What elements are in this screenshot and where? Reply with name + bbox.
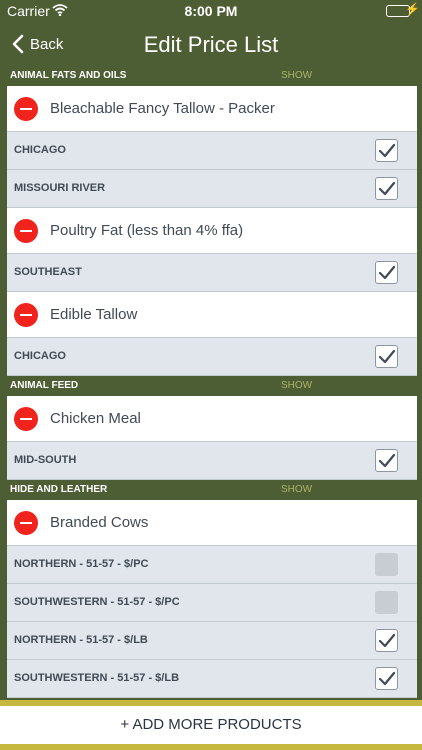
section-header: ANIMAL FATS AND OILS SHOW bbox=[7, 66, 417, 86]
minus-icon bbox=[20, 313, 32, 316]
section-show-toggle[interactable]: SHOW bbox=[281, 380, 312, 391]
region-row[interactable]: NORTHERN - 51-57 - $/PC bbox=[7, 546, 417, 584]
minus-icon bbox=[20, 229, 32, 232]
region-label: MID-SOUTH bbox=[14, 454, 77, 466]
region-row[interactable]: CHICAGO bbox=[7, 338, 417, 376]
checkmark-icon bbox=[378, 265, 396, 281]
minus-icon bbox=[20, 107, 32, 110]
checkmark-icon bbox=[378, 453, 396, 469]
region-label: NORTHERN - 51-57 - $/PC bbox=[14, 558, 149, 570]
section-show-toggle[interactable]: SHOW bbox=[281, 484, 312, 495]
section-title: ANIMAL FEED bbox=[10, 380, 79, 391]
region-row[interactable]: CHICAGO bbox=[7, 132, 417, 170]
status-bar: Carrier 8:00 PM ⚡ bbox=[0, 0, 422, 22]
product-name: Chicken Meal bbox=[50, 410, 141, 427]
delete-product-button[interactable] bbox=[14, 406, 38, 431]
product-row: Bleachable Fancy Tallow - Packer bbox=[7, 86, 417, 132]
region-label: NORTHERN - 51-57 - $/LB bbox=[14, 634, 148, 646]
checkmark-icon bbox=[378, 143, 396, 159]
checkbox-checked[interactable] bbox=[375, 449, 398, 472]
checkbox-unchecked[interactable] bbox=[375, 553, 398, 576]
checkbox-checked[interactable] bbox=[375, 261, 398, 284]
region-row[interactable]: SOUTHEAST bbox=[7, 254, 417, 292]
section-header: HIDE AND LEATHER SHOW bbox=[7, 480, 417, 500]
section-title: ANIMAL FATS AND OILS bbox=[10, 70, 127, 81]
product-row: Poultry Fat (less than 4% ffa) bbox=[7, 208, 417, 254]
section-show-toggle[interactable]: SHOW bbox=[281, 70, 312, 81]
checkmark-icon bbox=[378, 671, 396, 687]
checkbox-checked[interactable] bbox=[375, 139, 398, 162]
region-label: SOUTHWESTERN - 51-57 - $/LB bbox=[14, 672, 180, 684]
region-row[interactable]: SOUTHWESTERN - 51-57 - $/LB bbox=[7, 660, 417, 698]
product-name: Branded Cows bbox=[50, 514, 149, 531]
checkbox-checked[interactable] bbox=[375, 345, 398, 368]
page-title: Edit Price List bbox=[143, 32, 279, 57]
region-label: CHICAGO bbox=[14, 144, 66, 156]
checkbox-checked[interactable] bbox=[375, 629, 398, 652]
product-name: Edible Tallow bbox=[50, 306, 138, 323]
delete-product-button[interactable] bbox=[14, 510, 38, 535]
region-label: MISSOURI RIVER bbox=[14, 182, 106, 194]
clock: 8:00 PM bbox=[184, 3, 238, 19]
product-name: Bleachable Fancy Tallow - Packer bbox=[50, 100, 275, 117]
section-header: ANIMAL FEED SHOW bbox=[7, 376, 417, 396]
product-name: Poultry Fat (less than 4% ffa) bbox=[50, 222, 244, 239]
delete-product-button[interactable] bbox=[14, 96, 38, 121]
region-row[interactable]: MISSOURI RIVER bbox=[7, 170, 417, 208]
checkmark-icon bbox=[378, 349, 396, 365]
price-list[interactable]: ANIMAL FATS AND OILS SHOW Bleachable Fancy… bbox=[7, 66, 417, 706]
checkbox-unchecked[interactable] bbox=[375, 591, 398, 614]
charging-icon: ⚡ bbox=[405, 2, 420, 16]
delete-product-button[interactable] bbox=[14, 302, 38, 327]
product-row: Branded Cows bbox=[7, 500, 417, 546]
product-row: Chicken Meal bbox=[7, 396, 417, 442]
checkbox-checked[interactable] bbox=[375, 177, 398, 200]
region-label: CHICAGO bbox=[14, 350, 66, 362]
product-row: Edible Tallow bbox=[7, 292, 417, 338]
region-label: SOUTHWESTERN - 51-57 - $/PC bbox=[14, 596, 180, 608]
minus-icon bbox=[20, 417, 32, 420]
add-more-products-button[interactable]: + ADD MORE PRODUCTS bbox=[0, 706, 422, 744]
section-title: HIDE AND LEATHER bbox=[10, 484, 108, 495]
navigation-bar: Back Edit Price List bbox=[0, 22, 422, 66]
region-label: SOUTHEAST bbox=[14, 266, 82, 278]
checkbox-checked[interactable] bbox=[375, 667, 398, 690]
region-row[interactable]: SOUTHWESTERN - 51-57 - $/PC bbox=[7, 584, 417, 622]
delete-product-button[interactable] bbox=[14, 218, 38, 243]
region-row[interactable]: NORTHERN - 51-57 - $/LB bbox=[7, 622, 417, 660]
minus-icon bbox=[20, 521, 32, 524]
checkmark-icon bbox=[378, 633, 396, 649]
region-row[interactable]: MID-SOUTH bbox=[7, 442, 417, 480]
checkmark-icon bbox=[378, 181, 396, 197]
